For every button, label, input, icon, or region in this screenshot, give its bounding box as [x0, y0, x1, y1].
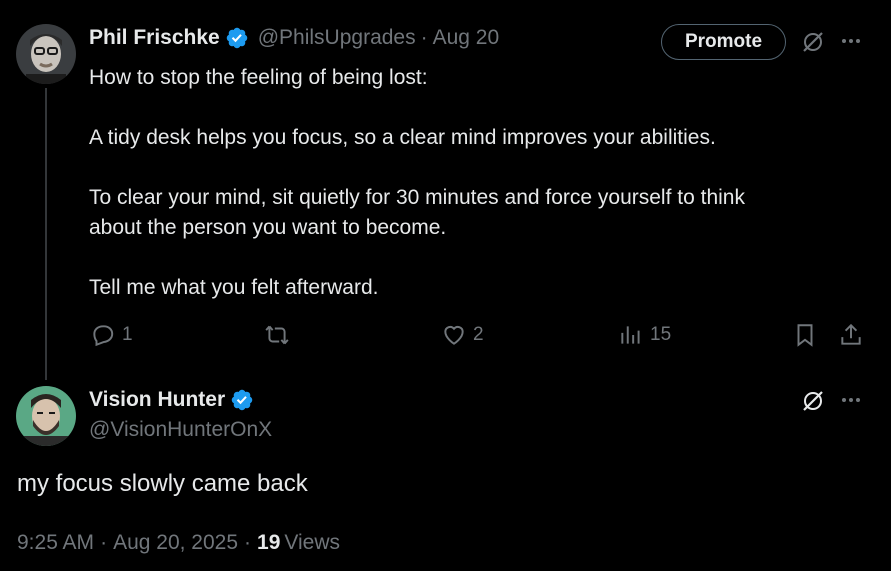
more-icon[interactable] — [840, 394, 862, 406]
like-icon — [444, 325, 464, 345]
reply-time[interactable]: 9:25 AM — [17, 531, 94, 555]
post-text: How to stop the feeling of being lost: A… — [89, 66, 745, 299]
separator: · — [420, 26, 428, 49]
reply-meta: 9:25 AM · Aug 20, 2025 · 19 Views — [17, 531, 340, 555]
reply-button[interactable]: 1 — [90, 322, 133, 348]
reply-count: 1 — [122, 324, 133, 345]
like-button[interactable]: 2 — [441, 322, 484, 348]
reply-views-label: Views — [284, 531, 341, 554]
grok-icon[interactable] — [800, 388, 826, 414]
views-button[interactable]: 15 — [618, 322, 671, 348]
reply-author-name[interactable]: Vision Hunter — [89, 388, 225, 412]
avatar-phil[interactable] — [16, 24, 76, 84]
post-date[interactable]: Aug 20 — [433, 26, 500, 50]
post-header: Phil Frischke @PhilsUpgrades · Aug 20 — [89, 26, 499, 50]
reply-views-count: 19 — [257, 531, 281, 554]
reply-icon — [93, 325, 114, 347]
verified-badge-icon — [226, 27, 247, 49]
views-count: 15 — [650, 324, 672, 345]
avatar-vision-hunter[interactable] — [16, 386, 76, 446]
repost-icon — [265, 325, 289, 345]
author-name[interactable]: Phil Frischke — [89, 26, 220, 50]
reply-header: Vision Hunter — [89, 388, 254, 412]
separator: · — [244, 531, 252, 554]
repost-button[interactable] — [264, 322, 296, 348]
verified-badge-icon — [231, 389, 253, 411]
thread-line — [45, 88, 47, 380]
reply-author-handle[interactable]: @VisionHunterOnX — [89, 418, 272, 442]
reply-date[interactable]: Aug 20, 2025 — [113, 531, 238, 555]
like-count: 2 — [473, 324, 484, 345]
reply-text: my focus slowly came back — [17, 470, 308, 497]
views-icon — [621, 326, 640, 344]
promote-button[interactable]: Promote — [661, 24, 786, 60]
separator: · — [100, 531, 108, 554]
share-icon[interactable] — [838, 322, 864, 348]
more-icon[interactable] — [840, 35, 862, 47]
grok-icon[interactable] — [800, 29, 826, 55]
bookmark-icon[interactable] — [792, 322, 818, 348]
author-handle[interactable]: @PhilsUpgrades — [258, 26, 416, 50]
